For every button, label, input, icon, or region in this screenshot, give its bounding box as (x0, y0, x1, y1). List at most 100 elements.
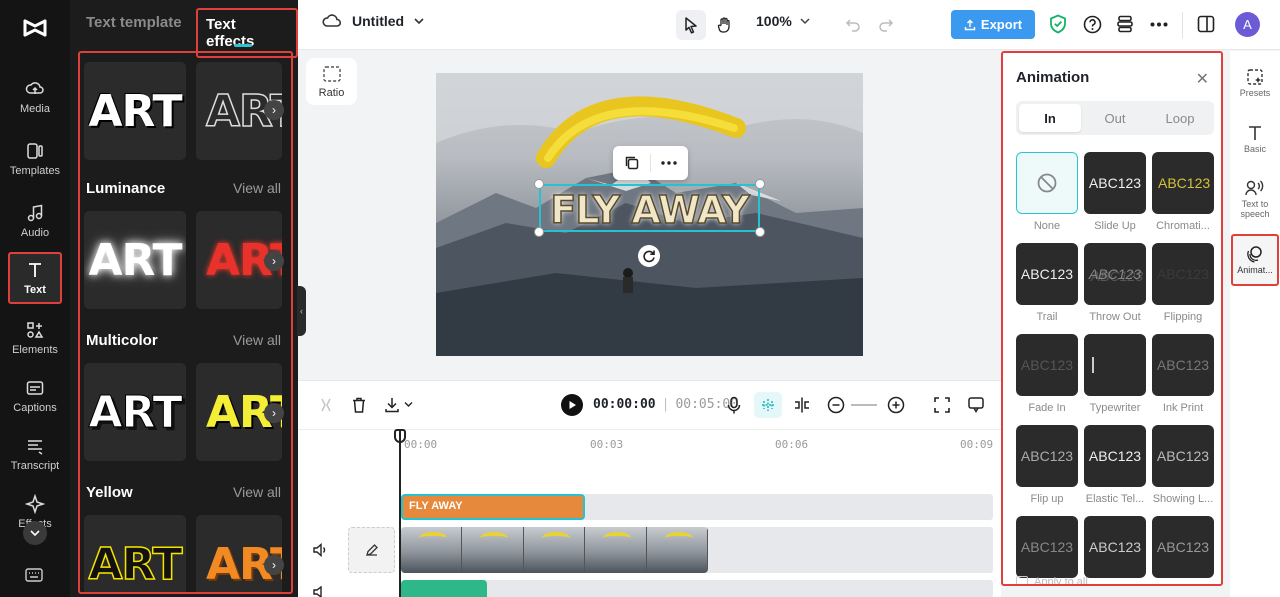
zoom-slider[interactable] (851, 404, 877, 406)
project-title-menu[interactable]: Untitled (322, 13, 424, 29)
help-icon[interactable] (1083, 15, 1102, 34)
top-bar: Untitled 100% Export A (298, 0, 1280, 50)
download-icon[interactable] (384, 396, 400, 414)
effect-tile[interactable]: ART (196, 515, 282, 592)
side-item-basic[interactable]: Basic (1231, 113, 1279, 165)
auto-snap-toggle[interactable] (754, 392, 782, 418)
captions-icon (26, 381, 44, 395)
effects-list[interactable]: ART ART › Luminance View all ART ART › M… (78, 51, 293, 594)
comment-icon[interactable] (967, 396, 985, 414)
keyboard-icon[interactable] (25, 568, 43, 582)
rail-item-media[interactable]: Media (0, 70, 70, 124)
zoom-dropdown[interactable]: 100% (756, 13, 810, 29)
split-track-icon[interactable] (793, 396, 811, 414)
resize-handle[interactable] (755, 179, 765, 189)
rail-item-elements[interactable]: Elements (0, 311, 70, 365)
zoom-in-icon[interactable] (887, 396, 905, 414)
rotate-handle[interactable] (638, 245, 660, 267)
avatar[interactable]: A (1235, 12, 1260, 37)
animation-option[interactable]: ABC123 (1016, 516, 1078, 578)
chevron-down-icon[interactable] (404, 401, 413, 408)
effect-tile[interactable]: ART (84, 62, 186, 160)
rail-item-transcript[interactable]: Transcript (0, 427, 70, 481)
more-horizontal-icon[interactable] (661, 161, 677, 165)
shield-check-icon[interactable] (1049, 14, 1067, 34)
text-selection-box[interactable]: FLY AWAY (539, 184, 760, 233)
animation-option[interactable]: ABC123 Trail (1016, 243, 1078, 323)
effect-tile[interactable]: ART (84, 363, 186, 461)
effect-tile[interactable]: ART (84, 515, 186, 592)
view-all-link[interactable]: View all (233, 180, 281, 196)
animation-option[interactable]: ABC123 (1152, 516, 1214, 578)
play-button[interactable] (561, 394, 583, 416)
video-preview[interactable]: FLY AWAY (436, 73, 863, 356)
animation-option[interactable]: ABC123 Chromati... (1152, 152, 1214, 232)
chevron-right-icon: › (272, 103, 276, 117)
volume-icon[interactable] (312, 543, 328, 557)
view-all-link[interactable]: View all (233, 484, 281, 500)
animation-option[interactable]: ABC123 Throw Out (1084, 243, 1146, 323)
animation-option[interactable]: Typewriter (1084, 334, 1146, 414)
microphone-icon[interactable] (727, 396, 741, 415)
duplicate-icon[interactable] (624, 155, 640, 171)
capcut-logo-icon[interactable] (21, 14, 49, 42)
audio-clip[interactable] (401, 580, 487, 597)
text-clip[interactable]: FLY AWAY (401, 494, 585, 520)
tab-out[interactable]: Out (1084, 104, 1146, 132)
scroll-right-button[interactable]: › (264, 555, 284, 575)
animation-option[interactable]: ABC123 Flipping (1152, 243, 1214, 323)
animation-option[interactable]: ABC123 Elastic Tel... (1084, 425, 1146, 505)
close-icon[interactable]: ✕ (1196, 69, 1209, 89)
animation-option-none[interactable]: None (1016, 152, 1078, 232)
fly-away-text[interactable]: FLY AWAY (541, 187, 758, 233)
animation-option[interactable]: ABC123 Ink Print (1152, 334, 1214, 414)
scroll-right-button[interactable]: › (264, 100, 284, 120)
animation-label: Flip up (1030, 493, 1064, 505)
resize-handle[interactable] (534, 227, 544, 237)
rail-item-audio[interactable]: Audio (0, 194, 70, 248)
side-item-animation[interactable]: Animat... (1231, 234, 1279, 286)
resize-handle[interactable] (755, 227, 765, 237)
more-horizontal-icon[interactable] (1150, 22, 1168, 27)
magnet-snap-icon (762, 399, 774, 411)
volume-icon[interactable] (312, 586, 328, 597)
tab-in[interactable]: In (1019, 104, 1081, 132)
layers-stack-icon[interactable] (1116, 15, 1134, 33)
animation-label: None (1033, 220, 1061, 232)
animation-option[interactable]: ABC123 Slide Up (1084, 152, 1146, 232)
tab-loop[interactable]: Loop (1149, 104, 1211, 132)
side-item-text-to-speech[interactable]: Text to speech (1231, 169, 1279, 229)
resize-handle[interactable] (534, 179, 544, 189)
checkbox[interactable] (1016, 576, 1028, 584)
ratio-button[interactable]: Ratio (306, 58, 357, 105)
cover-edit-button[interactable] (348, 527, 395, 573)
export-button[interactable]: Export (951, 10, 1035, 39)
scroll-right-button[interactable]: › (264, 403, 284, 423)
hand-tool-button[interactable] (710, 10, 740, 40)
rail-item-templates[interactable]: Templates (0, 132, 70, 186)
animation-option[interactable]: ABC123 Fade In (1016, 334, 1078, 414)
collapse-panel-handle[interactable]: ‹ (297, 286, 306, 336)
side-item-presets[interactable]: Presets (1231, 57, 1279, 109)
rail-item-captions[interactable]: Captions (0, 369, 70, 423)
zoom-out-icon[interactable] (827, 396, 845, 414)
tab-text-template[interactable]: Text template (86, 14, 182, 31)
apply-to-all-checkbox[interactable]: Apply to all (1016, 576, 1088, 584)
playhead[interactable] (399, 429, 401, 597)
animation-option[interactable]: ABC123 (1084, 516, 1146, 578)
undo-icon[interactable] (845, 16, 861, 32)
select-tool-button[interactable] (676, 10, 706, 40)
video-clip[interactable] (401, 527, 708, 573)
effect-tile[interactable]: ART (84, 211, 186, 309)
animation-option[interactable]: ABC123 Flip up (1016, 425, 1078, 505)
fullscreen-icon[interactable] (933, 396, 951, 414)
rail-item-text[interactable]: Text (8, 252, 62, 304)
expand-rail-button[interactable] (23, 521, 47, 545)
animation-option[interactable]: ABC123 Showing L... (1152, 425, 1214, 505)
split-panel-icon[interactable] (1197, 15, 1215, 33)
trash-icon[interactable] (351, 396, 367, 414)
split-icon[interactable] (318, 397, 334, 413)
view-all-link[interactable]: View all (233, 332, 281, 348)
scroll-right-button[interactable]: › (264, 251, 284, 271)
redo-icon[interactable] (878, 16, 894, 32)
